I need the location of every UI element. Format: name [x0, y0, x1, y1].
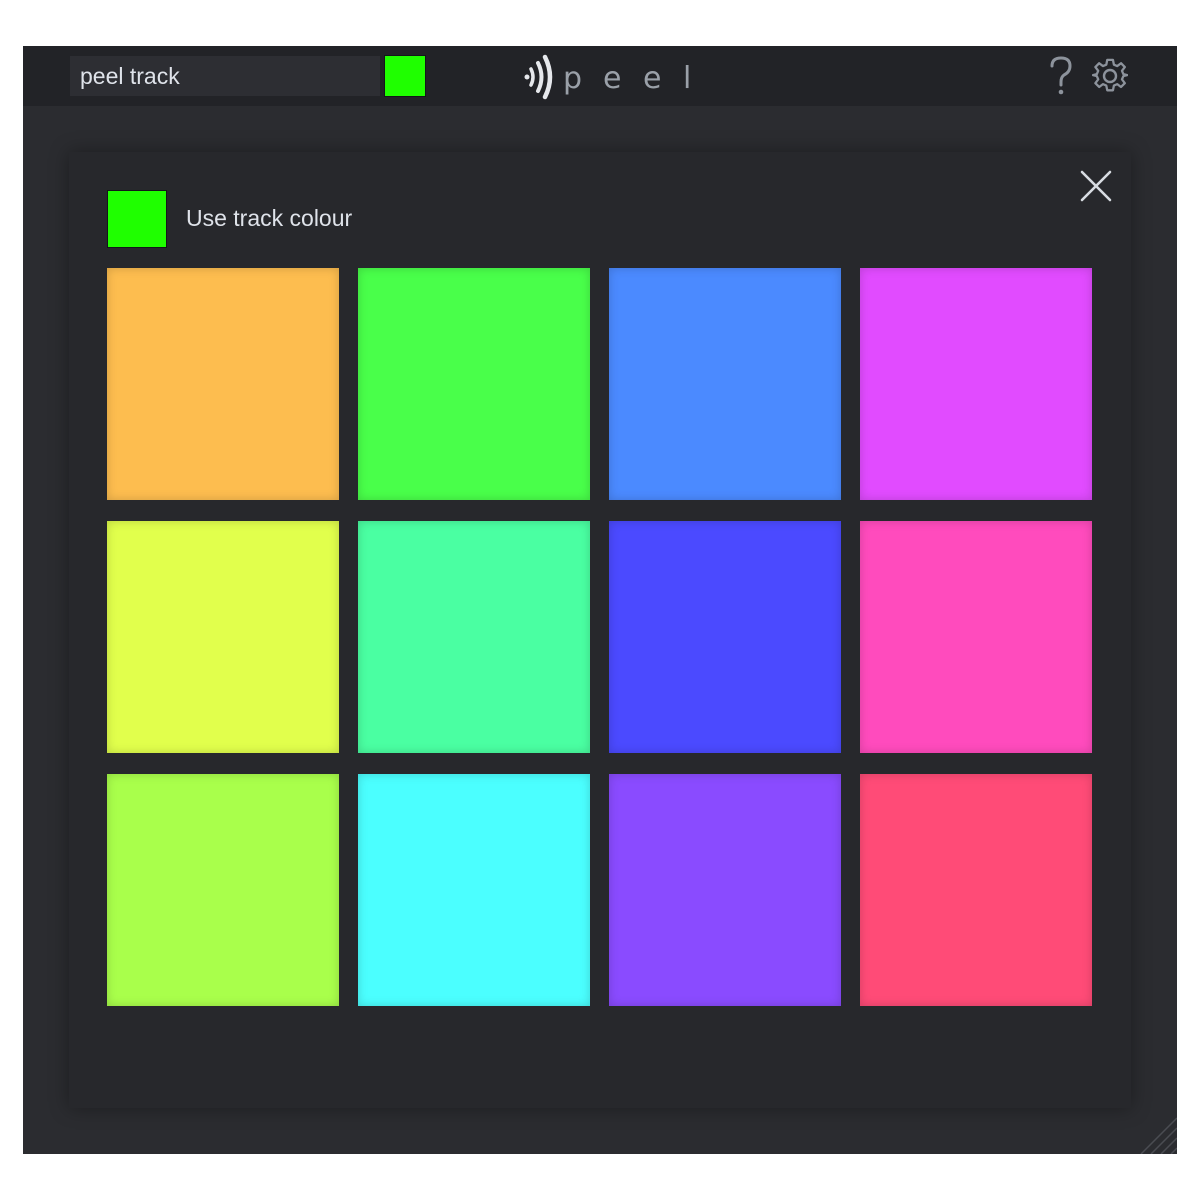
peel-logo: p e e l — [524, 54, 691, 100]
use-track-colour-swatch[interactable] — [107, 190, 167, 248]
colour-swatch-red[interactable] — [860, 774, 1092, 1006]
colour-swatch-green[interactable] — [358, 268, 590, 500]
logo-letter-p: p — [563, 61, 582, 96]
question-mark-icon[interactable] — [1043, 54, 1079, 98]
colour-swatch-violet[interactable] — [609, 774, 841, 1006]
plugin-window: peel track p e e l Use track colour — [23, 46, 1177, 1154]
colour-swatch-blue[interactable] — [609, 268, 841, 500]
use-track-colour-option[interactable]: Use track colour — [107, 190, 507, 250]
speaker-waves-icon — [524, 54, 553, 100]
close-icon[interactable] — [1079, 169, 1113, 203]
colour-swatch-indigo[interactable] — [609, 521, 841, 753]
gear-icon[interactable] — [1092, 58, 1128, 94]
colour-swatch-grid — [107, 268, 1093, 1006]
colour-swatch-pink[interactable] — [860, 521, 1092, 753]
colour-picker-panel: Use track colour — [69, 152, 1131, 1108]
colour-swatch-orange[interactable] — [107, 268, 339, 500]
resize-grip-icon[interactable] — [1131, 1108, 1177, 1154]
logo-letter-e: e — [603, 61, 621, 96]
use-track-colour-label: Use track colour — [186, 205, 353, 231]
colour-swatch-cyan[interactable] — [358, 774, 590, 1006]
logo-letter-e: e — [643, 61, 661, 96]
colour-swatch-lime[interactable] — [107, 774, 339, 1006]
track-colour-button[interactable] — [384, 55, 426, 97]
colour-swatch-mint[interactable] — [358, 521, 590, 753]
track-name-field[interactable]: peel track — [70, 56, 380, 96]
top-bar: peel track p e e l — [23, 46, 1177, 106]
colour-swatch-yellow[interactable] — [107, 521, 339, 753]
colour-swatch-magenta[interactable] — [860, 268, 1092, 500]
logo-letter-l: l — [683, 61, 691, 96]
